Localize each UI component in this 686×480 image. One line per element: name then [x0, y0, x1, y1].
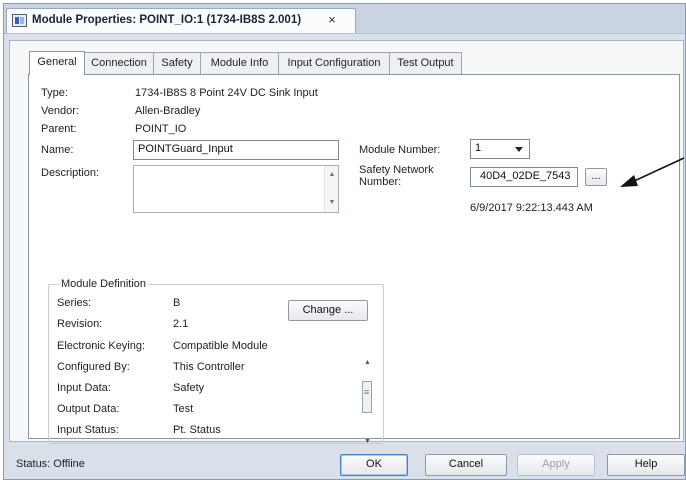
revision-label: Revision:	[57, 318, 103, 330]
module-definition-group: Module Definition Series: B Revision: 2.…	[48, 278, 384, 447]
module-properties-window: Module Properties: POINT_IO:1 (1734-IB8S…	[3, 3, 686, 480]
safety-network-label: Safety Network	[359, 164, 434, 176]
module-properties-icon	[12, 14, 27, 27]
chevron-down-icon	[515, 147, 523, 152]
electronic-keying-value: Compatible Module	[173, 340, 268, 352]
input-data-value: Safety	[173, 382, 205, 394]
input-status-value: Pt. Status	[173, 424, 221, 436]
safety-network-browse-button[interactable]: ...	[585, 168, 607, 186]
type-value: 1734-IB8S 8 Point 24V DC Sink Input	[135, 87, 318, 99]
vendor-label: Vendor:	[41, 105, 79, 117]
name-label: Name:	[41, 144, 74, 156]
tab-test-output[interactable]: Test Output	[389, 52, 462, 74]
safety-network-number-field[interactable]: 40D4_02DE_7543	[470, 167, 578, 187]
module-number-select[interactable]: 1	[470, 139, 530, 159]
module-definition-title: Module Definition	[59, 278, 148, 290]
cancel-button[interactable]: Cancel	[425, 454, 507, 476]
change-button[interactable]: Change ...	[288, 300, 368, 321]
help-button[interactable]: Help	[607, 454, 685, 476]
tab-module-info[interactable]: Module Info	[200, 52, 279, 74]
description-label: Description:	[41, 167, 100, 179]
document-tab-title: Module Properties: POINT_IO:1 (1734-IB8S…	[32, 14, 302, 26]
module-definition-scrollbar[interactable]: ▲ ▼	[362, 357, 374, 447]
status-text: Status: Offline	[16, 458, 85, 470]
document-tab-bar: Module Properties: POINT_IO:1 (1734-IB8S…	[4, 4, 685, 34]
safety-network-label-2: Number:	[359, 176, 402, 188]
safety-network-timestamp: 6/9/2017 9:22:13.443 AM	[470, 202, 593, 214]
configured-by-value: This Controller	[173, 361, 245, 373]
input-status-label: Input Status:	[57, 424, 119, 436]
electronic-keying-label: Electronic Keying:	[57, 340, 146, 352]
type-label: Type:	[41, 87, 68, 99]
input-data-label: Input Data:	[57, 382, 111, 394]
general-tab-page: Type: 1734-IB8S 8 Point 24V DC Sink Inpu…	[28, 74, 680, 445]
apply-button[interactable]: Apply	[517, 454, 595, 476]
scrollbar-thumb[interactable]	[362, 381, 372, 413]
module-number-value: 1	[475, 142, 482, 154]
module-definition-list: Configured By: This Controller Input Dat…	[57, 359, 375, 447]
ok-button[interactable]: OK	[340, 454, 408, 476]
tab-input-configuration[interactable]: Input Configuration	[278, 52, 390, 74]
parent-value: POINT_IO	[135, 123, 187, 135]
tab-safety[interactable]: Safety	[153, 52, 201, 74]
tab-general[interactable]: General	[29, 51, 85, 75]
scroll-up-icon[interactable]: ▲	[364, 359, 371, 366]
callout-arrow-icon	[620, 157, 685, 187]
vendor-value: Allen-Bradley	[135, 105, 201, 117]
output-data-value: Test	[173, 403, 194, 415]
module-number-label: Module Number:	[359, 144, 441, 156]
dialog-panel: General Connection Safety Module Info In…	[9, 40, 684, 445]
configured-by-label: Configured By:	[57, 361, 130, 373]
description-scrollbar[interactable]: ▲ ▼	[324, 166, 338, 212]
scroll-down-icon[interactable]: ▼	[364, 438, 371, 445]
tab-connection[interactable]: Connection	[84, 52, 154, 74]
revision-value: 2.1	[173, 318, 189, 330]
series-value: B	[173, 297, 181, 309]
close-tab-icon[interactable]: ×	[325, 12, 339, 27]
series-label: Series:	[57, 297, 92, 309]
scroll-up-icon[interactable]: ▲	[325, 168, 339, 182]
parent-label: Parent:	[41, 123, 77, 135]
scroll-down-icon[interactable]: ▼	[325, 196, 339, 210]
document-tab[interactable]: Module Properties: POINT_IO:1 (1734-IB8S…	[6, 8, 356, 33]
name-field[interactable]: POINTGuard_Input	[133, 140, 339, 160]
output-data-label: Output Data:	[57, 403, 120, 415]
description-field[interactable]: ▲ ▼	[133, 165, 339, 213]
